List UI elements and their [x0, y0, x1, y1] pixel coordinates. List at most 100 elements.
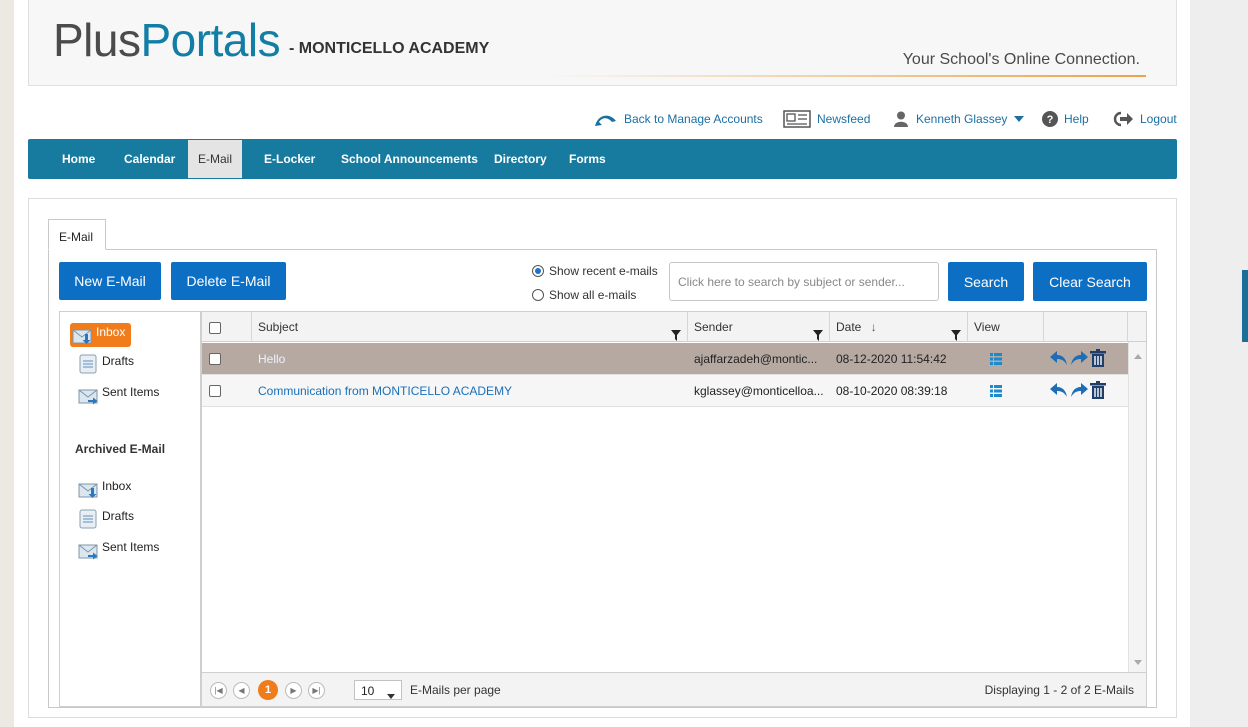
search-button[interactable]: Search	[948, 262, 1024, 301]
email-subject-link[interactable]: Communication from MONTICELLO ACADEMY	[252, 375, 688, 407]
nav-elocker[interactable]: E-Locker	[254, 139, 325, 179]
email-subject-link[interactable]: Hello	[252, 343, 688, 375]
archived-folder-sent-items[interactable]: Sent Items	[78, 540, 159, 560]
email-sender: kglassey@monticelloa...	[694, 384, 824, 398]
forward-icon[interactable]	[1070, 382, 1090, 400]
view-header-label: View	[974, 320, 1000, 334]
email-sender: ajaffarzadeh@montic...	[694, 352, 818, 366]
radio-recent-label: Show recent e-mails	[549, 264, 658, 278]
clear-search-button[interactable]: Clear Search	[1033, 262, 1147, 301]
grid-header: Subject Sender Date ↓ View	[202, 312, 1146, 342]
logout-link[interactable]: Logout	[1112, 109, 1177, 129]
svg-text:?: ?	[1047, 114, 1054, 126]
first-page-icon[interactable]: |◀	[210, 682, 227, 699]
radio-show-all[interactable]: Show all e-mails	[532, 288, 636, 302]
logout-label: Logout	[1140, 112, 1177, 126]
side-edge-tab	[1242, 270, 1248, 342]
last-page-icon[interactable]: ▶|	[308, 682, 325, 699]
newspaper-icon	[783, 110, 811, 128]
current-page-button[interactable]: 1	[258, 680, 278, 700]
nav-email[interactable]: E-Mail	[188, 140, 243, 178]
subject-header-label: Subject	[258, 320, 299, 334]
archived-drafts-label: Drafts	[102, 509, 135, 523]
user-name: Kenneth Glassey	[916, 112, 1008, 126]
folder-inbox-label: Inbox	[96, 325, 126, 339]
inbox-icon	[78, 479, 98, 499]
radio-all-label: Show all e-mails	[549, 288, 637, 302]
delete-trash-icon[interactable]	[1090, 381, 1108, 401]
reply-icon[interactable]	[1050, 382, 1070, 400]
header-sender[interactable]: Sender	[688, 312, 830, 342]
newsfeed-link[interactable]: Newsfeed	[783, 109, 870, 129]
folder-inbox[interactable]: Inbox	[70, 323, 132, 347]
help-label: Help	[1064, 112, 1089, 126]
tab-email[interactable]: E-Mail	[48, 219, 106, 250]
user-menu[interactable]: Kenneth Glassey	[894, 109, 1025, 129]
date-header-label: Date	[836, 320, 862, 334]
delete-email-button[interactable]: Delete E-Mail	[171, 262, 286, 300]
archived-email-heading: Archived E-Mail	[75, 442, 166, 456]
search-input[interactable]	[669, 262, 939, 301]
radio-show-recent[interactable]: Show recent e-mails	[532, 264, 658, 278]
folder-drafts-label: Drafts	[102, 354, 135, 368]
plusportals-logo[interactable]: PlusPortals	[53, 14, 281, 66]
email-grid: Subject Sender Date ↓ View Hello ajaffar…	[201, 311, 1147, 707]
select-all-checkbox[interactable]	[209, 322, 221, 334]
logo-portals-text: Portals	[140, 14, 281, 66]
table-row[interactable]: Communication from MONTICELLO ACADEMY kg…	[202, 375, 1128, 407]
archived-inbox-label: Inbox	[102, 479, 132, 493]
back-link-label: Back to Manage Accounts	[624, 112, 763, 126]
nav-forms[interactable]: Forms	[559, 139, 616, 179]
folder-sent-items[interactable]: Sent Items	[78, 385, 159, 405]
scroll-down-icon[interactable]	[1134, 654, 1142, 668]
grid-vertical-scrollbar[interactable]	[1128, 342, 1146, 674]
nav-directory[interactable]: Directory	[484, 139, 557, 179]
new-email-button[interactable]: New E-Mail	[59, 262, 161, 300]
page-size-select[interactable]: 10	[354, 680, 402, 700]
archived-folder-inbox[interactable]: Inbox	[78, 479, 131, 499]
header-actions	[1044, 312, 1128, 342]
nav-school-announcements[interactable]: School Announcements	[331, 139, 488, 179]
sender-header-label: Sender	[694, 320, 733, 334]
inbox-icon	[72, 325, 92, 345]
delete-trash-icon[interactable]	[1090, 349, 1108, 369]
previous-page-icon[interactable]: ◀	[233, 682, 250, 699]
newsfeed-label: Newsfeed	[817, 112, 871, 126]
view-details-icon[interactable]	[984, 385, 1034, 399]
row-checkbox[interactable]	[209, 385, 221, 397]
archived-folder-drafts[interactable]: Drafts	[78, 509, 134, 529]
nav-home[interactable]: Home	[52, 139, 105, 179]
forward-icon[interactable]	[1070, 350, 1090, 368]
header-banner: PlusPortals - MONTICELLO ACADEMY Your Sc…	[28, 0, 1177, 86]
sent-icon	[78, 385, 98, 405]
school-name: - MONTICELLO ACADEMY	[289, 40, 490, 57]
back-to-manage-accounts-link[interactable]: Back to Manage Accounts	[594, 109, 763, 129]
user-icon	[894, 111, 908, 127]
sent-icon	[78, 540, 98, 560]
folder-drafts[interactable]: Drafts	[78, 354, 134, 374]
row-checkbox[interactable]	[209, 353, 221, 365]
nav-calendar[interactable]: Calendar	[114, 139, 185, 179]
next-page-icon[interactable]: ▶	[285, 682, 302, 699]
sort-descending-icon: ↓	[870, 320, 877, 334]
chevron-down-icon	[1014, 116, 1025, 122]
row-select-cell	[202, 375, 252, 407]
reply-icon[interactable]	[1050, 350, 1070, 368]
header-subject[interactable]: Subject	[252, 312, 688, 342]
drafts-icon	[78, 354, 98, 374]
header-date[interactable]: Date ↓	[830, 312, 968, 342]
folder-sent-label: Sent Items	[102, 385, 160, 399]
header-view: View	[968, 312, 1044, 342]
logo-plus-text: Plus	[53, 14, 141, 66]
back-arrow-icon	[594, 111, 618, 127]
help-link[interactable]: ? Help	[1042, 109, 1089, 129]
pager-status: Displaying 1 - 2 of 2 E-Mails	[984, 683, 1134, 697]
email-date: 08-12-2020 11:54:42	[836, 352, 947, 366]
scroll-up-icon[interactable]	[1134, 348, 1142, 362]
view-details-icon[interactable]	[984, 353, 1034, 367]
tagline: Your School's Online Connection.	[902, 51, 1140, 68]
email-date: 08-10-2020 08:39:18	[836, 384, 948, 398]
radio-unselected-indicator	[532, 289, 544, 301]
table-row[interactable]: Hello ajaffarzadeh@montic... 08-12-2020 …	[202, 343, 1128, 375]
right-background-strip	[1190, 0, 1248, 727]
